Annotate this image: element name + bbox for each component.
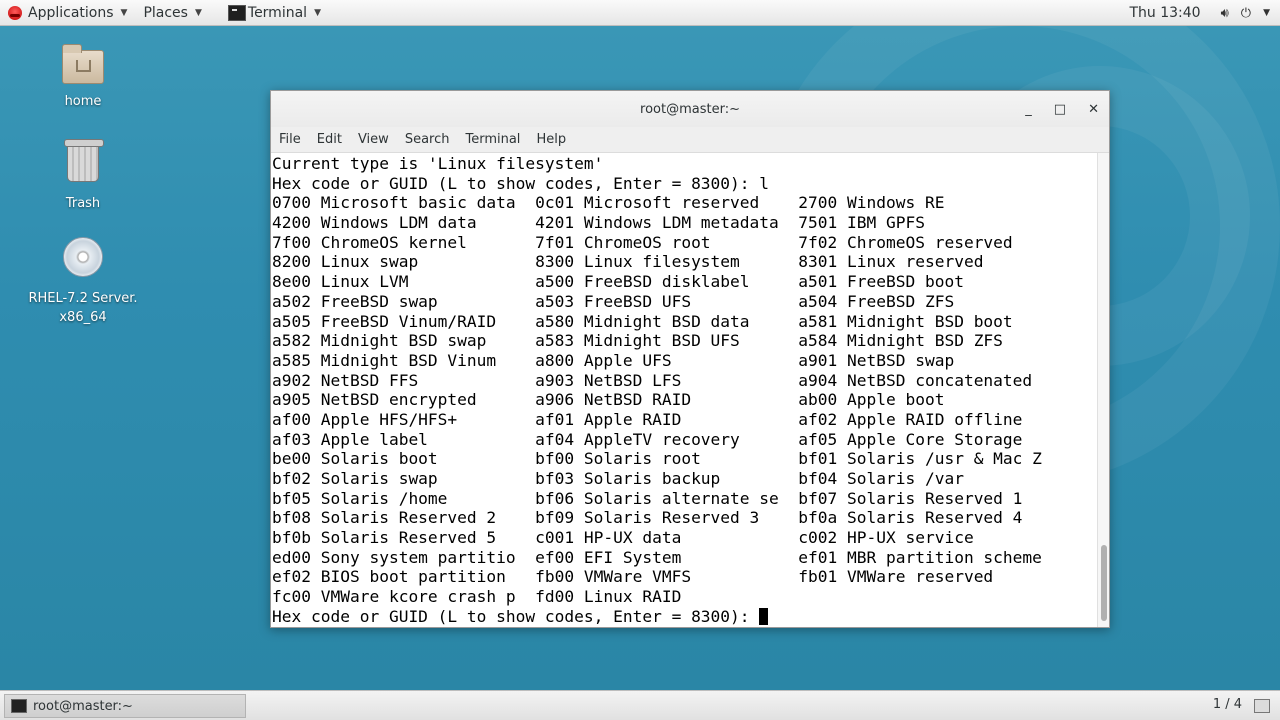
desktop-icon-rhel-disc[interactable]: RHEL-7.2 Server. x86_64 [23,237,143,327]
maximize-button[interactable]: □ [1054,102,1066,117]
terminal-window: root@master:~ _ □ ✕ File Edit View Searc… [270,90,1110,628]
terminal-line: a502 FreeBSD swap a503 FreeBSD UFS a504 … [272,291,955,311]
workspace-indicator[interactable]: 1 / 4 [1213,697,1242,712]
terminal-line: ef02 BIOS boot partition fb00 VMWare VMF… [272,567,994,587]
terminal-line: bf0b Solaris Reserved 5 c001 HP-UX data … [272,528,974,548]
terminal-line: 4200 Windows LDM data 4201 Windows LDM m… [272,213,925,233]
desktop-icon-trash[interactable]: Trash [23,139,143,213]
minimize-button[interactable]: _ [1025,102,1032,117]
window-menubar: File Edit View Search Terminal Help [271,127,1109,153]
terminal-line: a582 Midnight BSD swap a583 Midnight BSD… [272,331,1003,351]
bottom-panel: root@master:~ 1 / 4 [0,690,1280,720]
home-label: home [64,94,102,109]
terminal-line: 8200 Linux swap 8300 Linux filesystem 83… [272,252,984,272]
volume-icon[interactable]: 🔊︎ [1221,6,1229,21]
terminal-app-menu[interactable]: Terminal ▼ [227,1,327,25]
applications-menu[interactable]: Applications ▼ [0,0,135,26]
places-menu[interactable]: Places ▼ [135,0,209,26]
caret-down-icon: ▼ [194,7,202,18]
taskbar-item-label: root@master:~ [33,698,133,714]
clock[interactable]: Thu 13:40 [1129,5,1200,21]
close-button[interactable]: ✕ [1088,102,1099,117]
desktop-icon-home[interactable]: home [23,44,143,111]
places-label: Places [143,4,188,21]
terminal-line: 0700 Microsoft basic data 0c01 Microsoft… [272,193,945,213]
top-panel: Applications ▼ Places ▼ Terminal ▼ Thu 1… [0,0,1280,26]
scrollbar-thumb[interactable] [1101,545,1107,621]
redhat-logo-icon [8,5,22,20]
menu-help[interactable]: Help [536,132,566,147]
terminal-line: bf05 Solaris /home bf06 Solaris alternat… [272,488,1023,508]
disc-label-line2: x86_64 [59,310,107,325]
terminal-line: 7f00 ChromeOS kernel 7f01 ChromeOS root … [272,232,1013,252]
terminal-line: Hex code or GUID (L to show codes, Enter… [272,173,770,193]
terminal-line: a585 Midnight BSD Vinum a800 Apple UFS a… [272,350,955,370]
menu-view[interactable]: View [358,132,389,147]
caret-down-icon: ▼ [314,7,321,18]
trash-icon [64,139,104,182]
terminal-line: fc00 VMWare kcore crash p fd00 Linux RAI… [272,587,682,607]
power-icon[interactable]: ⏻ [1241,6,1251,21]
applications-label: Applications [28,4,114,21]
window-titlebar[interactable]: root@master:~ _ □ ✕ [271,91,1109,127]
menu-terminal[interactable]: Terminal [465,132,520,147]
terminal-line: bf08 Solaris Reserved 2 bf09 Solaris Res… [272,508,1023,528]
menu-edit[interactable]: Edit [317,132,342,147]
terminal-icon [11,699,27,713]
terminal-line: a905 NetBSD encrypted a906 NetBSD RAID a… [272,390,945,410]
terminal-line: af03 Apple label af04 AppleTV recovery a… [272,429,1023,449]
terminal-line: ed00 Sony system partitio ef00 EFI Syste… [272,547,1042,567]
text-cursor [759,607,769,625]
terminal-line: bf02 Solaris swap bf03 Solaris backup bf… [272,469,964,488]
terminal-prompt: Hex code or GUID (L to show codes, Enter… [272,606,760,626]
terminal-prompt-line[interactable]: Hex code or GUID (L to show codes, Enter… [272,607,1097,627]
trash-label: Trash [65,196,101,211]
window-title: root@master:~ [640,101,740,117]
terminal-scrollbar[interactable] [1097,153,1109,627]
terminal-app-label: Terminal [247,4,308,21]
terminal-line: a902 NetBSD FFS a903 NetBSD LFS a904 Net… [272,370,1033,390]
terminal-line: Current type is 'Linux filesystem' [272,154,604,173]
terminal-line: a505 FreeBSD Vinum/RAID a580 Midnight BS… [272,311,1013,331]
terminal-line: af00 Apple HFS/HFS+ af01 Apple RAID af02… [272,409,1023,429]
home-folder-icon [62,44,104,84]
terminal-line: 8e00 Linux LVM a500 FreeBSD disklabel a5… [272,272,964,292]
disc-label-line1: RHEL-7.2 Server. [28,291,138,306]
taskbar-item-terminal[interactable]: root@master:~ [4,694,246,718]
terminal-output[interactable]: Current type is 'Linux filesystem' Hex c… [271,153,1097,627]
optical-disc-icon [63,237,103,277]
terminal-icon [227,4,246,21]
caret-down-icon: ▼ [120,7,128,18]
menu-search[interactable]: Search [405,132,450,147]
menu-file[interactable]: File [279,132,301,147]
workspace-switcher-icon[interactable] [1254,699,1270,713]
terminal-line: be00 Solaris boot bf00 Solaris root bf01… [272,449,1042,469]
caret-down-icon[interactable]: ▼ [1263,8,1270,18]
